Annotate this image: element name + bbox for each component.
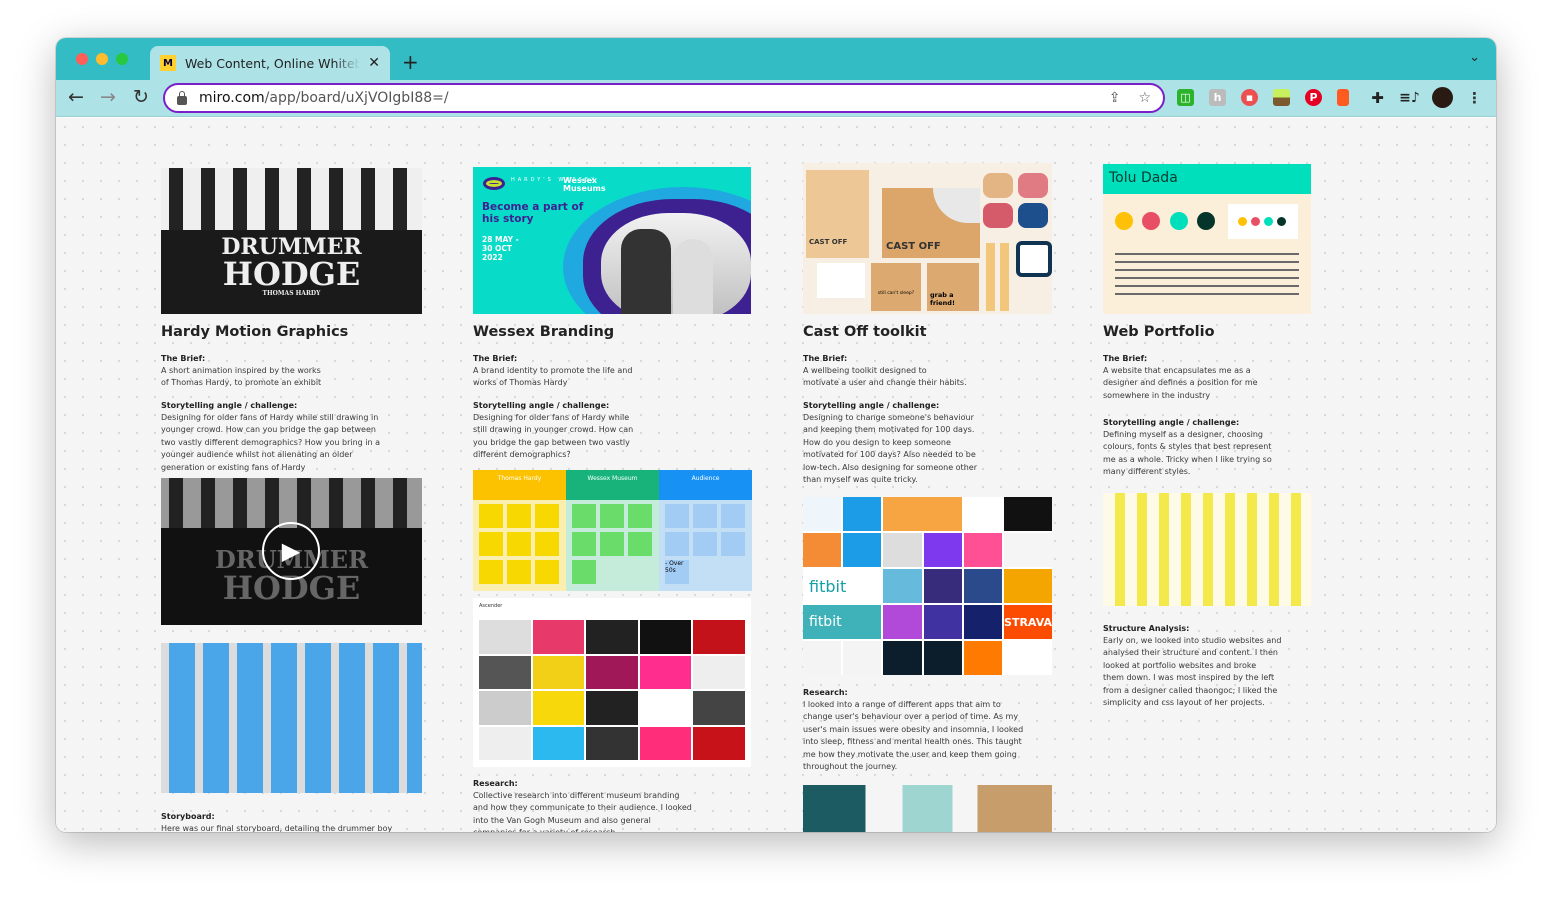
challenge-label: Storytelling angle / challenge: xyxy=(161,401,298,410)
tab-title: Web Content, Online Whiteboard xyxy=(185,55,361,71)
challenge-text: Designing for older fans of Hardy while … xyxy=(161,413,381,472)
h-extension-icon[interactable]: h xyxy=(1209,89,1226,106)
share-icon[interactable]: ⇪ xyxy=(1109,90,1121,106)
address-bar[interactable]: miro.com/app/board/uXjVOIgbI88=/ ⇪ ☆ xyxy=(163,83,1165,113)
research-label: Research: xyxy=(473,779,518,788)
cover-byline: THOMAS HARDY xyxy=(262,290,321,297)
plant-extension-icon[interactable] xyxy=(1273,89,1290,106)
tab-bar: M Web Content, Online Whiteboard ✕ + ⌄ xyxy=(56,38,1496,80)
research-text: Collective research into different museu… xyxy=(473,791,692,832)
strava-logo: STRAVA xyxy=(1004,605,1052,639)
media-queue-icon[interactable]: ≡♪ xyxy=(1399,89,1420,106)
museum-wordmark: Wessex Museums xyxy=(563,176,606,193)
lighthouse-icon[interactable] xyxy=(1337,89,1349,106)
app-research-collage[interactable]: fitbit fitbit STRAVA xyxy=(803,497,1052,675)
close-tab-icon[interactable]: ✕ xyxy=(368,55,380,71)
animation-video[interactable]: DRUMMER HODGE ▶ xyxy=(161,478,422,625)
miro-board-canvas[interactable]: DRUMMER HODGE THOMAS HARDY Hardy Motion … xyxy=(56,118,1496,832)
research-label: Research: xyxy=(803,688,848,697)
cover-card1: still can't sleep? xyxy=(871,263,921,311)
challenge-label: Storytelling angle / challenge: xyxy=(473,401,610,410)
miro-favicon-icon: M xyxy=(160,55,176,71)
board-header: Thomas Hardy xyxy=(473,470,566,500)
new-tab-button[interactable]: + xyxy=(402,50,419,74)
structure-label: Structure Analysis: xyxy=(1103,624,1190,633)
puzzle-icon[interactable]: ✚ xyxy=(1369,89,1386,107)
brief-label: The Brief: xyxy=(473,354,518,363)
portfolio-name: Tolu Dada xyxy=(1103,164,1311,194)
lock-icon xyxy=(177,90,187,105)
cover-headline: Become a part of his story xyxy=(482,201,584,225)
browser-menu-icon[interactable]: ⋮ xyxy=(1466,89,1483,107)
close-window-button[interactable] xyxy=(76,53,88,65)
forward-button[interactable]: → xyxy=(100,86,116,108)
project-title: Cast Off toolkit xyxy=(803,324,927,340)
cover-title-line2: HODGE xyxy=(222,255,361,293)
board-header: Audience xyxy=(659,470,752,500)
brief-label: The Brief: xyxy=(803,354,848,363)
brief-text: A short animation inspired by the works … xyxy=(161,366,322,388)
challenge-label: Storytelling angle / challenge: xyxy=(1103,418,1240,427)
cover-box-title: CAST OFF xyxy=(886,241,941,252)
cover-book-title: CAST OFF xyxy=(809,238,848,246)
site-structure-diagram[interactable] xyxy=(1103,493,1311,606)
profile-avatar[interactable] xyxy=(1432,87,1453,108)
reload-button[interactable]: ↻ xyxy=(133,86,149,108)
stakeholder-board[interactable]: Thomas Hardy Wessex Museum Audience - Ov… xyxy=(473,470,752,591)
brief-label: The Brief: xyxy=(161,354,206,363)
structure-text: Early on, we looked into studio websites… xyxy=(1103,636,1282,708)
board-header: Wessex Museum xyxy=(566,470,659,500)
research-text: I looked into a range of different apps … xyxy=(803,700,1024,772)
challenge-text: Designing for older fans of Hardy while … xyxy=(473,413,634,460)
drummer-hodge-cover-image[interactable]: DRUMMER HODGE THOMAS HARDY xyxy=(161,168,422,314)
fitbit-logo: fitbit xyxy=(803,569,882,603)
browser-window: M Web Content, Online Whiteboard ✕ + ⌄ ←… xyxy=(56,38,1496,832)
challenge-text: Defining myself as a designer, choosing … xyxy=(1103,430,1272,477)
sticky-note: - Over 50s xyxy=(665,560,689,584)
project-title: Web Portfolio xyxy=(1103,324,1215,340)
brief-label: The Brief: xyxy=(1103,354,1148,363)
minimize-window-button[interactable] xyxy=(96,53,108,65)
storyboard-photo[interactable] xyxy=(161,643,422,793)
tab-miro[interactable]: M Web Content, Online Whiteboard ✕ xyxy=(150,46,390,80)
challenge-text: Designing to change someone's behaviour … xyxy=(803,413,977,485)
project-title: Hardy Motion Graphics xyxy=(161,324,349,340)
url-host: miro.com xyxy=(199,90,265,106)
browser-toolbar: ← → ↻ miro.com/app/board/uXjVOIgbI88=/ ⇪… xyxy=(56,80,1496,117)
url-path: /app/board/uXjVOIgbI88=/ xyxy=(264,90,449,106)
moodboard-label: Ascender xyxy=(479,603,503,609)
moodboard-image[interactable]: Ascender xyxy=(473,598,751,767)
toolkit-prototype-images[interactable] xyxy=(803,785,1052,832)
maximize-window-button[interactable] xyxy=(116,53,128,65)
brief-text: A website that encapsulates me as a desi… xyxy=(1103,366,1258,400)
fitbit-logo: fitbit xyxy=(803,605,882,639)
back-button[interactable]: ← xyxy=(68,86,84,108)
portfolio-cover-image[interactable]: Tolu Dada xyxy=(1103,164,1311,314)
bookmark-star-icon[interactable]: ☆ xyxy=(1138,90,1151,106)
storyboard-text: Here was our final storyboard, detailing… xyxy=(161,824,393,832)
play-icon[interactable]: ▶ xyxy=(262,522,320,580)
wessex-cover-image[interactable]: HARDY'S WESSEX Wessex Museums Become a p… xyxy=(473,167,751,314)
cover-dates: 28 MAY - 30 OCT 2022 xyxy=(482,235,519,262)
project-title: Wessex Branding xyxy=(473,324,615,340)
cover-card2: grab a friend! xyxy=(927,263,979,311)
storyboard-label: Storyboard: xyxy=(161,812,215,821)
pinterest-icon[interactable]: P xyxy=(1305,89,1322,106)
red-record-icon[interactable]: ▪ xyxy=(1241,89,1258,106)
green-extension-icon[interactable]: ◫ xyxy=(1177,89,1194,106)
tab-search-chevron-icon[interactable]: ⌄ xyxy=(1469,50,1480,65)
challenge-label: Storytelling angle / challenge: xyxy=(803,401,940,410)
cast-off-cover-image[interactable]: CAST OFF CAST OFF still can't sleep? gra… xyxy=(803,163,1052,314)
brief-text: A wellbeing toolkit designed to motivate… xyxy=(803,366,967,388)
brief-text: A brand identity to promote the life and… xyxy=(473,366,633,388)
